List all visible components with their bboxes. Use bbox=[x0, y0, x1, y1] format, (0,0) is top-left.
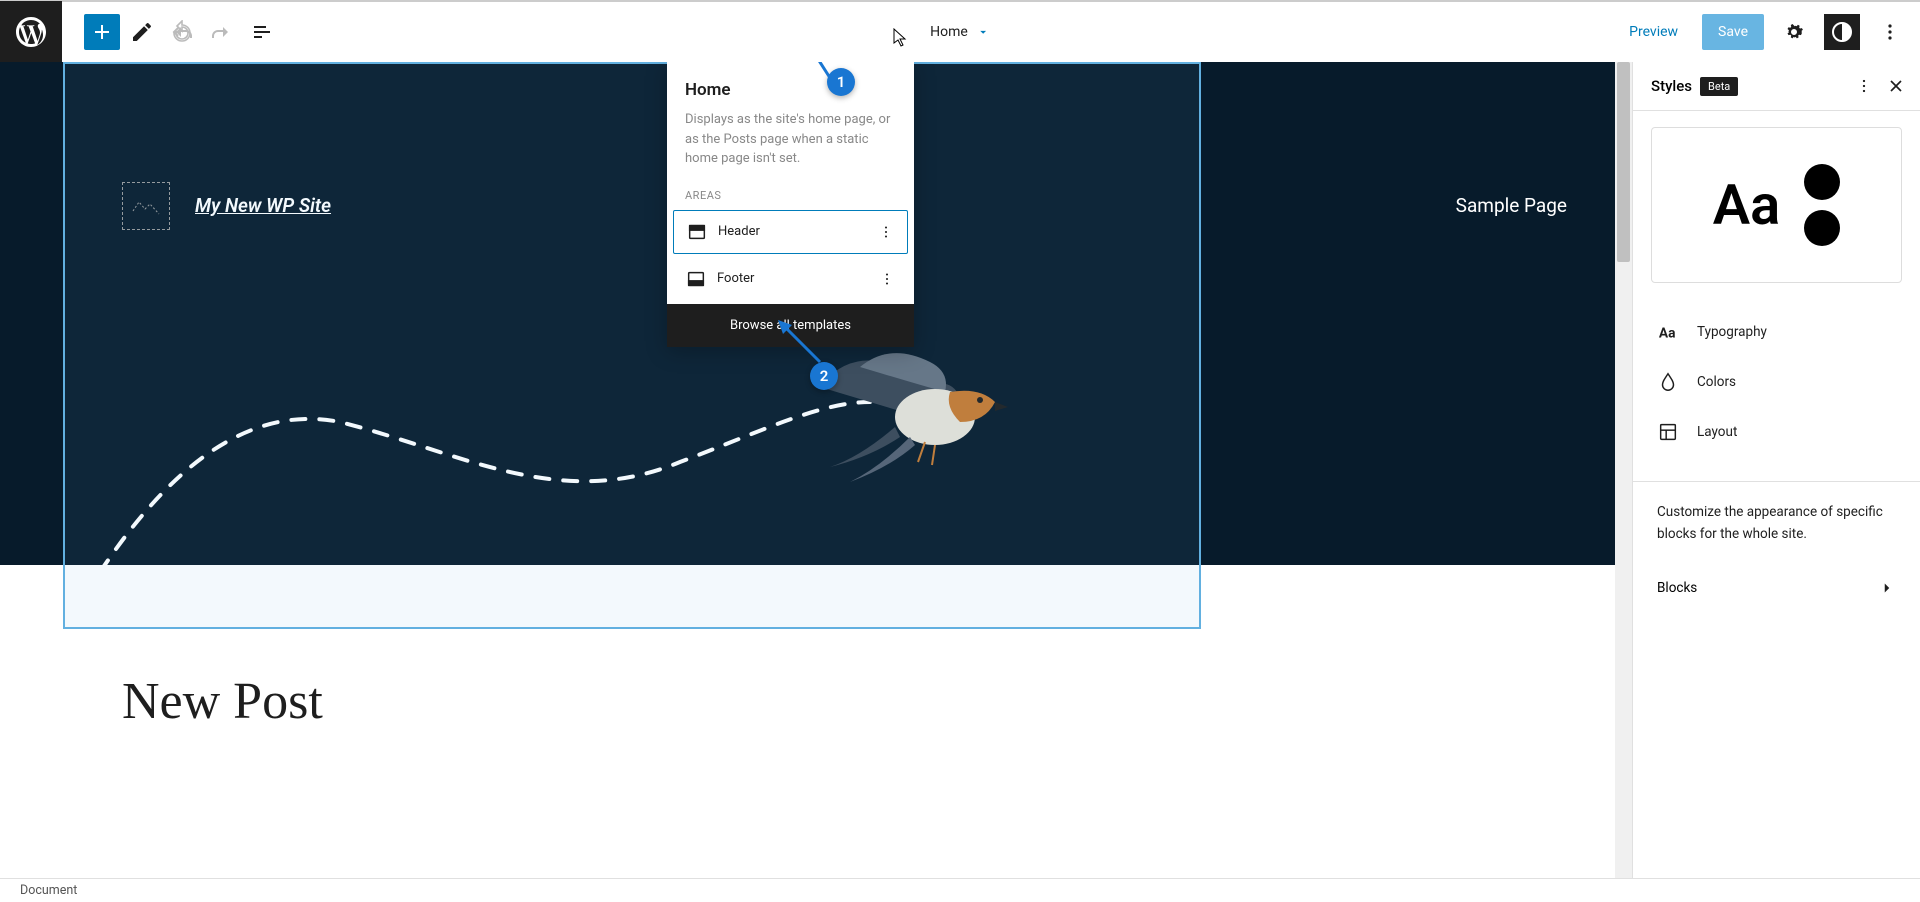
kebab-icon bbox=[1878, 20, 1902, 44]
preview-button[interactable]: Preview bbox=[1617, 16, 1690, 48]
blocks-label: Blocks bbox=[1657, 580, 1697, 596]
settings-button[interactable] bbox=[1776, 14, 1812, 50]
kebab-icon bbox=[1854, 76, 1874, 96]
item-label: Colors bbox=[1697, 374, 1736, 390]
pencil-icon bbox=[130, 20, 154, 44]
list-icon bbox=[250, 20, 274, 44]
item-label: Typography bbox=[1697, 324, 1767, 340]
beta-badge: Beta bbox=[1700, 77, 1738, 96]
undo-button[interactable] bbox=[164, 14, 200, 50]
chevron-down-icon bbox=[976, 25, 990, 39]
layout-item[interactable]: Layout bbox=[1633, 407, 1920, 457]
edit-tool-button[interactable] bbox=[124, 14, 160, 50]
style-preview-text: Aa bbox=[1713, 172, 1780, 238]
breadcrumb-document[interactable]: Document bbox=[20, 883, 77, 898]
add-block-button[interactable] bbox=[84, 14, 120, 50]
annotation-2: 2 bbox=[810, 362, 838, 390]
sidebar-more-button[interactable] bbox=[1852, 74, 1876, 98]
image-placeholder-icon bbox=[132, 196, 160, 216]
dropdown-areas-label: AREAS bbox=[667, 177, 914, 210]
site-logo-placeholder[interactable] bbox=[122, 182, 170, 230]
undo-arrow-icon bbox=[170, 20, 194, 44]
save-button[interactable]: Save bbox=[1702, 14, 1764, 50]
list-view-button[interactable] bbox=[244, 14, 280, 50]
wordpress-icon bbox=[13, 14, 49, 50]
gear-icon bbox=[1782, 20, 1806, 44]
close-icon bbox=[1886, 76, 1906, 96]
style-preview-card[interactable]: Aa bbox=[1651, 127, 1902, 283]
editor-canvas[interactable]: My New WP Site Sample Page New Post Home… bbox=[0, 62, 1632, 878]
area-item-footer[interactable]: Footer bbox=[673, 258, 908, 300]
annotation-arrow-icon bbox=[778, 320, 828, 370]
chevron-right-icon bbox=[1878, 579, 1896, 597]
template-name: Home bbox=[930, 24, 968, 40]
annotation-arrow-icon bbox=[797, 62, 837, 86]
canvas-scrollbar[interactable] bbox=[1615, 62, 1632, 878]
tool-group-left bbox=[84, 14, 280, 50]
mouse-cursor-icon bbox=[893, 28, 909, 48]
post-title[interactable]: New Post bbox=[122, 672, 323, 731]
color-swatches bbox=[1804, 164, 1840, 246]
kebab-icon[interactable] bbox=[878, 270, 896, 288]
sidebar-note: Customize the appearance of specific blo… bbox=[1633, 498, 1920, 565]
svg-text:Aa: Aa bbox=[1659, 326, 1676, 342]
dropdown-header: Home Displays as the site's home page, o… bbox=[667, 62, 914, 177]
bird-illustration bbox=[800, 337, 1010, 497]
divider bbox=[1633, 481, 1920, 482]
redo-button[interactable] bbox=[204, 14, 240, 50]
area-label: Footer bbox=[717, 271, 754, 286]
area-label: Header bbox=[718, 224, 760, 239]
blocks-item[interactable]: Blocks bbox=[1633, 565, 1920, 611]
drop-icon bbox=[1657, 371, 1679, 393]
item-label: Layout bbox=[1697, 424, 1737, 440]
header-layout-icon bbox=[686, 221, 708, 243]
breadcrumb-bar: Document bbox=[0, 878, 1920, 902]
footer-layout-icon bbox=[685, 268, 707, 290]
area-item-header[interactable]: Header bbox=[673, 210, 908, 254]
dropdown-title: Home bbox=[685, 80, 896, 100]
contrast-icon bbox=[1830, 20, 1854, 44]
typography-icon: Aa bbox=[1657, 321, 1679, 343]
template-dropdown: Home Displays as the site's home page, o… bbox=[667, 62, 914, 347]
annotation-1: 1 bbox=[827, 68, 855, 96]
typography-item[interactable]: Aa Typography bbox=[1633, 307, 1920, 357]
editor-topbar: Home Preview Save bbox=[0, 0, 1920, 62]
wordpress-logo-button[interactable] bbox=[0, 1, 62, 63]
template-selector[interactable]: Home bbox=[930, 24, 990, 40]
styles-sidebar: Styles Beta Aa Aa Typography Colors Layo… bbox=[1632, 62, 1920, 878]
dropdown-description: Displays as the site's home page, or as … bbox=[685, 110, 896, 169]
kebab-icon[interactable] bbox=[877, 223, 895, 241]
layout-icon bbox=[1657, 421, 1679, 443]
site-title-link[interactable]: My New WP Site bbox=[195, 194, 331, 217]
sidebar-close-button[interactable] bbox=[1884, 74, 1908, 98]
sidebar-header: Styles Beta bbox=[1633, 62, 1920, 111]
scrollbar-thumb[interactable] bbox=[1617, 62, 1630, 262]
topbar-right: Preview Save bbox=[1617, 14, 1920, 50]
more-menu-button[interactable] bbox=[1872, 14, 1908, 50]
plus-icon bbox=[90, 20, 114, 44]
sidebar-title: Styles bbox=[1651, 77, 1692, 95]
redo-icon bbox=[210, 20, 234, 44]
nav-sample-page[interactable]: Sample Page bbox=[1456, 194, 1567, 217]
style-sections: Aa Typography Colors Layout bbox=[1633, 299, 1920, 465]
styles-toggle-button[interactable] bbox=[1824, 14, 1860, 50]
colors-item[interactable]: Colors bbox=[1633, 357, 1920, 407]
